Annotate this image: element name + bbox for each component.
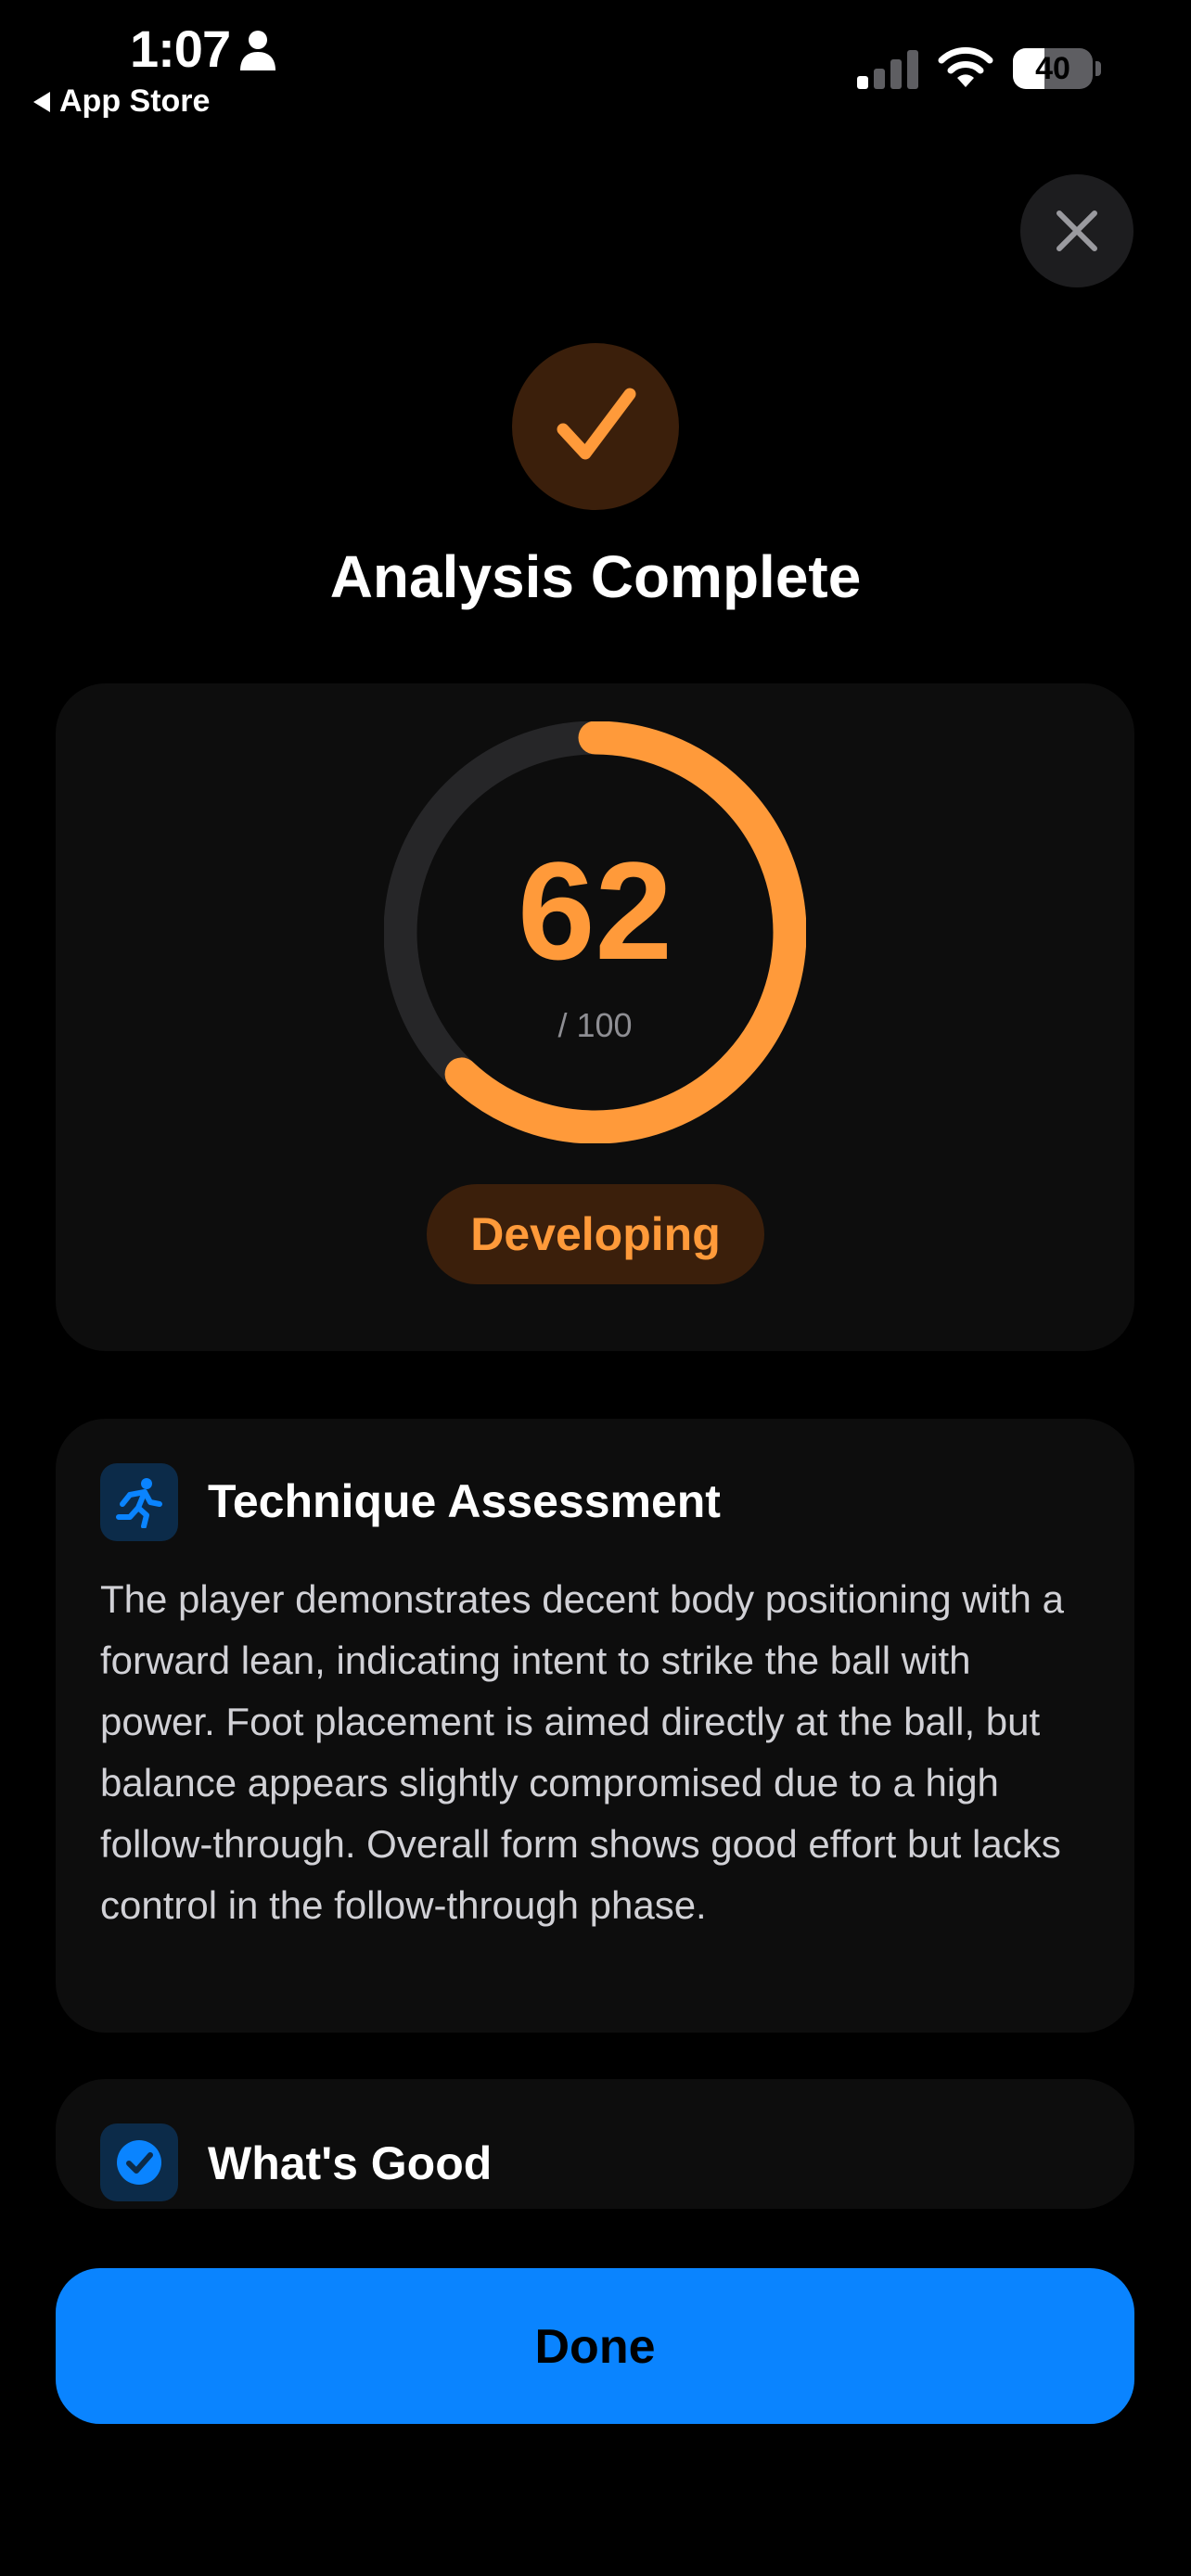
back-to-app-store[interactable]: App Store	[33, 83, 210, 120]
cellular-signal-icon	[857, 50, 918, 89]
person-icon	[240, 31, 275, 70]
back-link-label: App Store	[59, 83, 211, 119]
technique-title: Technique Assessment	[208, 1475, 721, 1527]
done-button[interactable]: Done	[56, 2268, 1134, 2424]
technique-assessment-card: Technique Assessment The player demonstr…	[56, 1419, 1134, 2033]
battery-indicator: 40	[1013, 48, 1102, 91]
score-value: 62	[518, 833, 672, 988]
score-max: / 100	[557, 1006, 633, 1044]
close-icon	[1057, 210, 1097, 251]
running-figure-icon	[100, 1463, 178, 1541]
status-time: 1:07	[130, 19, 231, 78]
whats-good-card: What's Good	[56, 2079, 1134, 2209]
close-button[interactable]	[1020, 174, 1133, 287]
technique-body: The player demonstrates decent body posi…	[100, 1577, 1064, 1927]
success-badge	[512, 343, 679, 510]
score-card: 62 / 100 Developing	[56, 683, 1134, 1351]
level-badge: Developing	[427, 1184, 764, 1284]
checkmark-icon	[557, 388, 636, 460]
checkmark-seal-icon	[100, 2123, 178, 2201]
wifi-icon	[938, 46, 993, 87]
back-arrow-icon	[33, 91, 50, 112]
battery-level: 40	[1035, 51, 1070, 86]
bottom-action-area: Done	[0, 2213, 1191, 2576]
whats-good-title: What's Good	[208, 2137, 493, 2189]
page-title: Analysis Complete	[329, 543, 862, 610]
status-bar: 1:07 App Store 40	[0, 0, 1191, 130]
